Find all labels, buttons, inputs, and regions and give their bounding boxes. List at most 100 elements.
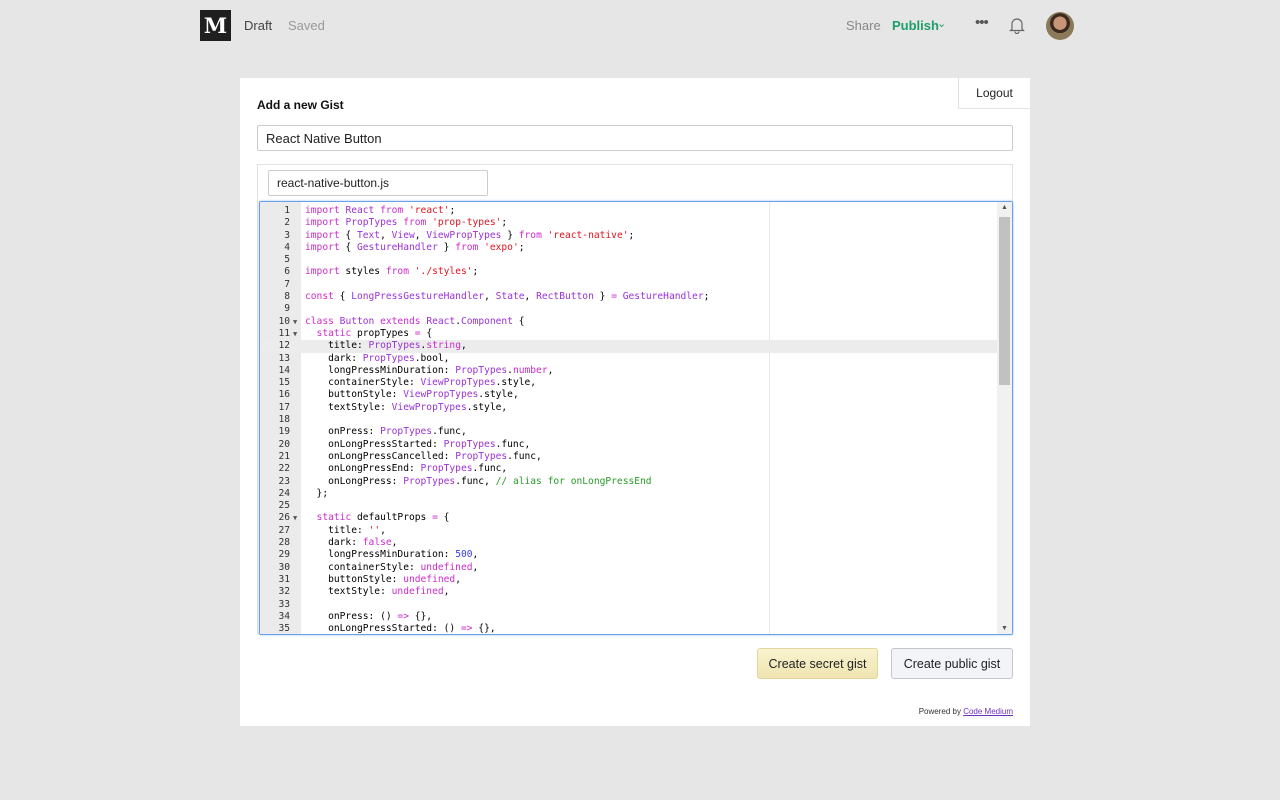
code-token: title: [305, 524, 369, 536]
code-token: number [512, 364, 548, 376]
code-line[interactable]: 22 onLongPressEnd: PropTypes.func, [260, 463, 998, 475]
code-line[interactable]: 31 buttonStyle: undefined, [260, 574, 998, 586]
line-number: 1 [284, 205, 290, 216]
file-box: 1 import React from 'react'; 2 import PropT… [257, 164, 1013, 635]
code-line[interactable]: 23 onLongPress: PropTypes.func, // alias… [260, 476, 998, 488]
create-public-gist-button[interactable]: Create public gist [891, 648, 1013, 679]
code-line[interactable]: 3 import { Text, View, ViewPropTypes } fr… [260, 230, 998, 242]
code-text: dark: false, [305, 537, 397, 549]
code-lines[interactable]: 1 import React from 'react'; 2 import PropT… [260, 205, 998, 635]
code-token: textStyle: [305, 401, 392, 413]
code-line[interactable]: 2 import PropTypes from 'prop-types'; [260, 217, 998, 229]
more-icon[interactable]: ••• [975, 14, 989, 31]
code-line[interactable]: 5 [260, 254, 998, 266]
code-line[interactable]: 30 containerStyle: undefined, [260, 562, 998, 574]
fold-toggle-icon[interactable]: ▼ [293, 512, 297, 524]
code-token: Button [339, 315, 375, 327]
code-token: ViewPropTypes [426, 229, 502, 241]
line-number: 10 [278, 315, 290, 327]
code-text: containerStyle: ViewPropTypes.style, [305, 377, 536, 389]
code-line[interactable]: 32 textStyle: undefined, [260, 586, 998, 598]
line-number: 4 [284, 241, 290, 253]
top-bar: M Draft Saved Share Publish ⌄ ••• [0, 0, 1280, 52]
code-line[interactable]: 21 onLongPressCancelled: PropTypes.func, [260, 451, 998, 463]
code-token: PropTypes [455, 450, 508, 462]
code-token: .style, [478, 389, 519, 401]
code-token: import [305, 229, 340, 241]
logout-button[interactable]: Logout [958, 78, 1030, 109]
code-token: } [437, 241, 456, 253]
code-line[interactable]: 26 ▼ static defaultProps = { [260, 512, 998, 524]
code-text: static propTypes = { [305, 327, 433, 340]
code-token: .func, [495, 438, 531, 450]
code-token: import [305, 266, 340, 278]
code-line[interactable]: 24 }; [260, 488, 998, 500]
chevron-down-icon[interactable]: ⌄ [937, 17, 946, 30]
code-text: onLongPressStarted: () => {}, [305, 623, 496, 635]
code-line[interactable]: 13 dark: PropTypes.bool, [260, 353, 998, 365]
saved-status: Saved [288, 18, 325, 33]
code-line[interactable]: 4 import { GestureHandler } from 'expo'; [260, 242, 998, 254]
line-number: 34 [278, 610, 290, 622]
publish-button[interactable]: Publish [892, 18, 939, 33]
code-line[interactable]: 19 onPress: PropTypes.func, [260, 426, 998, 438]
code-line[interactable]: 35 onLongPressStarted: () => {}, [260, 623, 998, 635]
line-number: 20 [278, 438, 290, 450]
code-line[interactable]: 15 containerStyle: ViewPropTypes.style, [260, 377, 998, 389]
fold-toggle-icon[interactable]: ▼ [293, 328, 297, 340]
code-medium-link[interactable]: Code Medium [963, 707, 1013, 716]
line-number: 19 [278, 426, 290, 438]
code-token: PropTypes [368, 340, 421, 352]
code-token: => [460, 623, 473, 635]
code-line[interactable]: 17 textStyle: ViewPropTypes.style, [260, 402, 998, 414]
editor-scrollbar[interactable]: ▲ ▼ [997, 202, 1012, 634]
code-line[interactable]: 11 ▼ static propTypes = { [260, 328, 998, 340]
scroll-up-icon[interactable]: ▲ [1001, 204, 1008, 211]
code-token: { [339, 241, 357, 253]
line-number: 15 [278, 377, 290, 389]
code-token: ; [501, 217, 508, 229]
code-line[interactable]: 25 [260, 500, 998, 512]
code-line[interactable]: 28 dark: false, [260, 537, 998, 549]
code-line[interactable]: 27 title: '', [260, 525, 998, 537]
scroll-down-icon[interactable]: ▼ [1001, 625, 1008, 632]
code-text: longPressMinDuration: PropTypes.number, [305, 365, 553, 377]
code-line[interactable]: 6 import styles from './styles'; [260, 266, 998, 278]
code-line[interactable]: 9 [260, 303, 998, 315]
code-token: GestureHandler [622, 291, 704, 303]
code-line[interactable]: 8 const { LongPressGestureHandler, State,… [260, 291, 998, 303]
code-token: undefined [403, 573, 456, 585]
code-line[interactable]: 12 title: PropTypes.string, [260, 340, 998, 353]
fold-toggle-icon[interactable]: ▼ [293, 316, 297, 328]
medium-logo[interactable]: M [200, 10, 231, 41]
code-token: PropTypes [420, 463, 473, 475]
code-line[interactable]: 10 ▼ class Button extends React.Component … [260, 316, 998, 328]
scrollbar-thumb[interactable] [999, 217, 1010, 385]
code-token: false [362, 537, 392, 549]
code-token: undefined [391, 586, 444, 598]
code-line[interactable]: 18 [260, 414, 998, 426]
code-line[interactable]: 33 [260, 599, 998, 611]
code-text: import { GestureHandler } from 'expo'; [305, 242, 525, 254]
code-editor[interactable]: 1 import React from 'react'; 2 import PropT… [259, 201, 1013, 635]
filename-input[interactable] [268, 170, 488, 196]
code-line[interactable]: 34 onPress: () => {}, [260, 611, 998, 623]
code-token: ViewPropTypes [403, 389, 479, 401]
gist-description-input[interactable] [257, 125, 1013, 151]
code-token: textStyle: [305, 586, 392, 598]
code-token: ; [449, 205, 456, 216]
bell-icon[interactable] [1009, 16, 1025, 34]
code-line[interactable]: 1 import React from 'react'; [260, 205, 998, 217]
avatar[interactable] [1046, 12, 1074, 40]
code-line[interactable]: 16 buttonStyle: ViewPropTypes.style, [260, 389, 998, 401]
code-token: 500 [455, 549, 473, 561]
code-text: class Button extends React.Component { [305, 316, 525, 328]
code-line[interactable]: 14 longPressMinDuration: PropTypes.numbe… [260, 365, 998, 377]
line-number: 31 [278, 573, 290, 585]
code-line[interactable]: 7 [260, 279, 998, 291]
code-line[interactable]: 20 onLongPressStarted: PropTypes.func, [260, 439, 998, 451]
code-line[interactable]: 29 longPressMinDuration: 500, [260, 549, 998, 561]
create-secret-gist-button[interactable]: Create secret gist [757, 648, 878, 679]
share-button[interactable]: Share [846, 18, 881, 33]
code-token: static [316, 327, 352, 339]
